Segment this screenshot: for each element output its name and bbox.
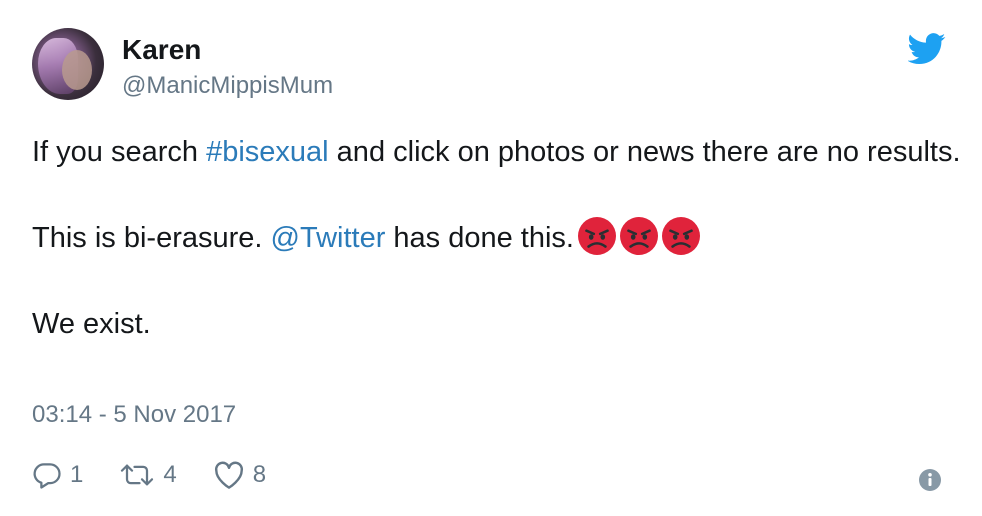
avatar[interactable] [32,28,104,100]
embedded-tweet: Karen @ManicMippisMum If you search #bis… [0,0,982,516]
tweet-text-segment: If you search [32,136,207,168]
hashtag-link[interactable]: #bisexual [206,136,329,168]
angry-face-emoji [662,217,700,255]
author-display-name[interactable]: Karen [122,33,201,67]
tweet-text-segment: and click on photos or news there are no… [328,136,961,168]
mention-link[interactable]: @Twitter [271,222,386,254]
angry-face-emoji [620,217,658,255]
reply-button[interactable]: 1 [32,460,83,490]
twitter-bird-icon[interactable] [908,33,946,65]
heart-icon [214,461,243,489]
tweet-text-segment: has done this. [385,222,574,254]
retweet-count: 4 [163,461,177,488]
reply-icon [33,463,61,489]
tweet-timestamp[interactable]: 03:14 - 5 Nov 2017 [32,400,236,430]
like-button[interactable]: 8 [213,460,266,490]
info-icon[interactable] [918,468,942,492]
angry-face-emoji [578,217,616,255]
retweet-button[interactable]: 4 [119,460,177,490]
tweet-paragraph-1: If you search #bisexual and click on pho… [32,131,962,174]
avatar-face [62,50,92,90]
tweet-paragraph-2: This is bi-erasure. @Twitter has done th… [32,217,962,260]
author-handle[interactable]: @ManicMippisMum [122,71,333,101]
retweet-icon [121,464,154,486]
tweet-paragraph-3: We exist. [32,308,151,340]
tweet-actions: 1 4 8 [32,455,302,495]
reply-count: 1 [70,461,84,488]
tweet-text-segment: This is bi-erasure. [32,222,271,254]
like-count: 8 [252,461,267,488]
tweet-text: If you search #bisexual and click on pho… [32,131,962,346]
